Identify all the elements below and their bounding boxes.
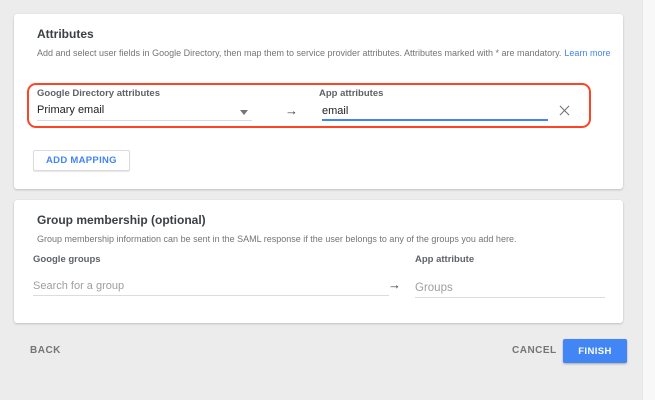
close-icon xyxy=(559,105,570,116)
google-directory-attributes-label: Google Directory attributes xyxy=(37,88,160,99)
app-attribute-input[interactable] xyxy=(322,102,548,121)
scrollbar-track[interactable] xyxy=(642,0,655,400)
remove-mapping-icon[interactable] xyxy=(556,102,572,118)
group-membership-title: Group membership (optional) xyxy=(37,213,206,227)
back-button[interactable]: BACK xyxy=(30,345,61,356)
arrow-right-icon: → xyxy=(388,277,401,292)
attributes-card: Attributes Add and select user fields in… xyxy=(14,14,623,189)
groups-attribute-input[interactable] xyxy=(415,278,605,298)
attributes-description-text: Add and select user fields in Google Dir… xyxy=(37,48,561,58)
chevron-down-icon xyxy=(240,110,248,115)
google-groups-label: Google groups xyxy=(33,254,101,265)
app-attributes-label: App attributes xyxy=(319,88,383,99)
attributes-description: Add and select user fields in Google Dir… xyxy=(37,48,610,58)
learn-more-link[interactable]: Learn more xyxy=(564,48,610,58)
google-attribute-select[interactable]: Primary email xyxy=(37,104,252,121)
search-group-input[interactable] xyxy=(33,276,389,296)
group-membership-card: Group membership (optional) Group member… xyxy=(14,200,623,323)
attributes-title: Attributes xyxy=(37,27,94,41)
arrow-right-icon: → xyxy=(285,103,298,118)
cancel-button[interactable]: CANCEL xyxy=(512,345,557,356)
app-attribute-label: App attribute xyxy=(415,254,474,265)
group-membership-description: Group membership information can be sent… xyxy=(37,234,516,244)
finish-button[interactable]: FINISH xyxy=(563,339,627,363)
add-mapping-button[interactable]: ADD MAPPING xyxy=(33,150,130,171)
google-attribute-selected-value: Primary email xyxy=(37,104,104,116)
